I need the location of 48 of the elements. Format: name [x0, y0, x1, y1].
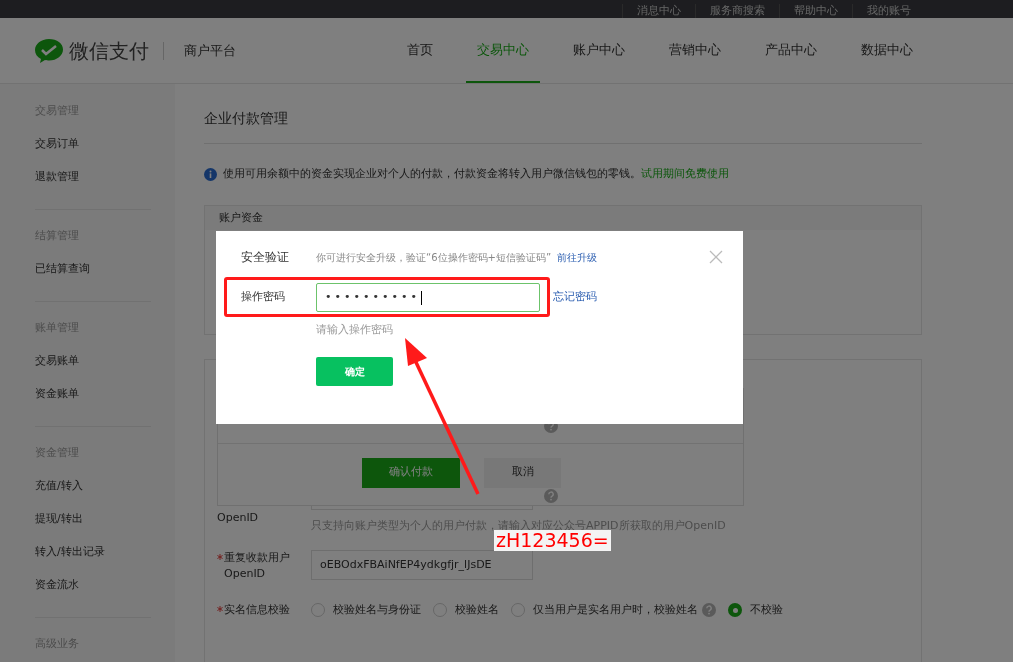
sidebar-item[interactable]: 充值/转入 [35, 477, 151, 494]
radio-button[interactable] [728, 603, 742, 618]
confirm-pay-button[interactable]: 确认付款 [362, 457, 460, 488]
sidebar-item[interactable]: 退款管理 [35, 168, 151, 185]
sidebar-item[interactable]: 已结算查询 [35, 260, 151, 277]
notice-text: 使用可用余额中的资金实现企业对个人的付款，付款资金将转入用户微信钱包的零钱。 [223, 166, 641, 182]
cancel-button[interactable]: 取消 [484, 457, 561, 488]
info-icon [204, 167, 217, 181]
field-label: 实名信息校验 [224, 602, 290, 618]
annotation-text: zH123456= [494, 530, 611, 551]
radio-label: 仅当用户是实名用户时，校验姓名 [533, 602, 698, 618]
page-title: 企业付款管理 [204, 84, 922, 144]
sidebar-item[interactable]: 转入/转出记录 [35, 543, 151, 560]
field-label: OpenID [217, 509, 260, 526]
card-title: 账户资金 [205, 205, 921, 230]
sidebar-item[interactable]: 交易订单 [35, 135, 151, 152]
nav-tab[interactable]: 数据中心 [850, 18, 924, 83]
radio-label: 不校验 [750, 602, 783, 618]
sidebar-item[interactable]: 资金账单 [35, 385, 151, 402]
sidebar-item[interactable]: 交易账单 [35, 352, 151, 369]
radio-label: 校验姓名与身份证 [333, 602, 421, 618]
close-icon[interactable] [709, 250, 723, 264]
nav-tab[interactable]: 交易中心 [466, 18, 540, 83]
upgrade-link[interactable]: 前往升级 [557, 249, 598, 265]
nav-tab[interactable]: 账户中心 [562, 18, 636, 83]
sidebar-item[interactable]: 提现/转出 [35, 510, 151, 527]
logo-icon [34, 37, 64, 64]
forgot-password-link[interactable]: 忘记密码 [553, 289, 597, 306]
brand-name: 微信支付 [69, 37, 149, 65]
dialog-tip: 你可进行安全升级，验证“6位操作密码+短信验证码” [316, 250, 552, 265]
required-mark [217, 554, 223, 560]
radio-label: 校验姓名 [455, 602, 499, 618]
nav-tab[interactable]: 产品中心 [754, 18, 828, 83]
password-field[interactable]: •••••••••• [316, 283, 540, 312]
platform-name: 商户平台 [184, 41, 236, 60]
help-icon [543, 488, 558, 503]
notice-link[interactable]: 试用期间免费使用 [641, 166, 729, 183]
sidebar-item[interactable]: 资金流水 [35, 576, 151, 593]
required-mark [217, 606, 223, 612]
dialog-title: 安全验证 [241, 249, 290, 266]
nav-tab[interactable]: 营销中心 [658, 18, 732, 83]
field-hint: 请输入操作密码 [316, 322, 394, 338]
openid-input[interactable]: oEBOdxFBAiNfEP4ydkgfjr_lJsDE [311, 550, 533, 580]
nav-tab[interactable]: 首页 [396, 18, 444, 83]
help-icon [702, 603, 716, 618]
field-label: 重复收款用户 OpenID [224, 550, 290, 582]
field-label: 操作密码 [241, 289, 286, 306]
confirm-button[interactable]: 确定 [316, 356, 393, 386]
